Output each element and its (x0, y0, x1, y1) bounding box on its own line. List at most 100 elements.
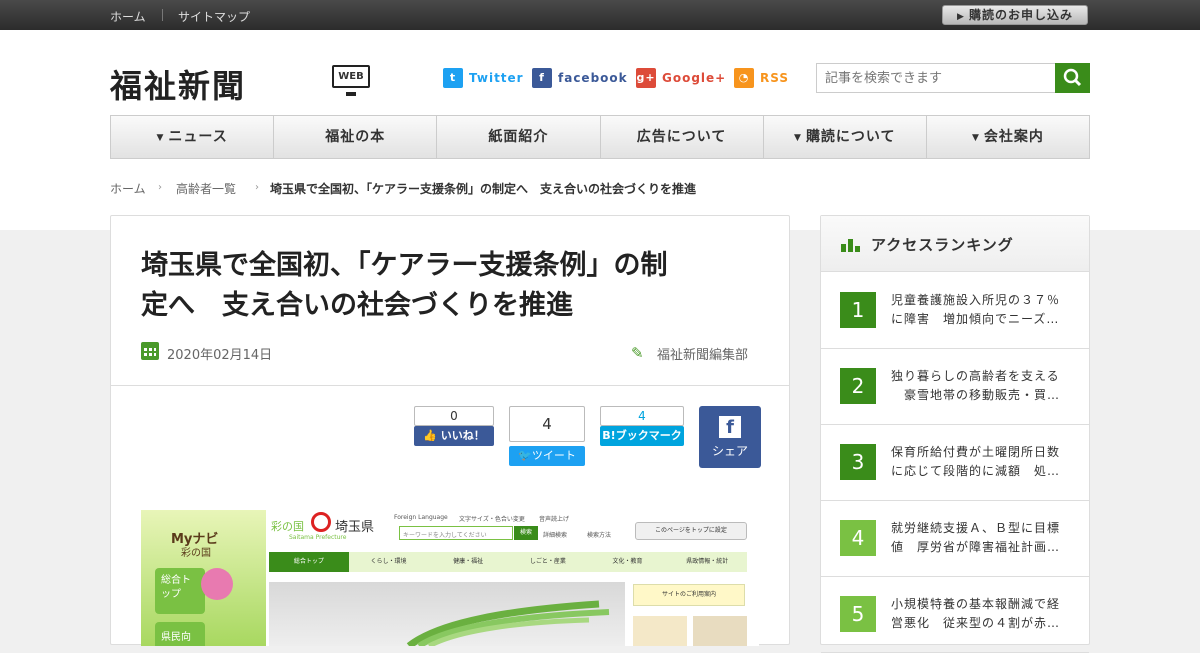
rss-label: RSS (760, 71, 789, 85)
breadcrumb-current: 埼玉県で全国初、「ケアラー支援条例」の制定へ 支え合いの社会づくりを推進 (270, 182, 697, 196)
breadcrumb-category[interactable]: 高齢者一覧 (176, 180, 236, 197)
search-button[interactable] (1055, 63, 1090, 93)
ranking-item[interactable]: 1 児童養護施設入所児の３７％ に障害 増加傾向でニーズ… (821, 273, 1089, 349)
pref-logo: 埼玉県 (335, 520, 375, 535)
nav-paper[interactable]: 紙面紹介 (437, 116, 601, 158)
nav-company[interactable]: ▼ 会社案内 (927, 116, 1089, 158)
pref-site-panel: 彩の国 埼玉県 Saitama Prefecture Foreign Langu… (269, 510, 759, 646)
rank-badge: 4 (840, 520, 876, 556)
breadcrumb-separator-icon: › (158, 182, 162, 193)
tweet-button[interactable]: 🐦ツイート (509, 446, 585, 466)
tweet-label: ツイート (531, 449, 576, 462)
pref-tab: しごと・産業 (529, 558, 566, 565)
ranking-title: アクセスランキング (871, 236, 1014, 254)
pref-hero-image (269, 582, 625, 646)
top-link-home[interactable]: ホーム (110, 8, 146, 25)
rss-link[interactable]: ◔ RSS (734, 68, 789, 88)
ranking-sidebar: アクセスランキング 1 児童養護施設入所児の３７％ に障害 増加傾向でニーズ… … (820, 215, 1090, 653)
pref-tab: 文化・教育 (612, 558, 643, 565)
article-date: 2020年02月14日 (167, 348, 273, 363)
breadcrumb-home[interactable]: ホーム (110, 180, 146, 197)
ranking-item[interactable]: 3 保育所給付費が土曜閉所日数 に応じて段階的に減額 処… (821, 425, 1089, 501)
web-badge: WEB (332, 65, 370, 96)
article-title-line: 定へ 支え合いの社会づくりを推進 (141, 290, 573, 321)
search-icon (1063, 68, 1082, 87)
twitter-icon: t (443, 68, 463, 88)
subscribe-button[interactable]: ▶ 購読のお申し込み (942, 5, 1088, 25)
facebook-like-widget[interactable]: 0 👍 いいね！ (414, 406, 494, 446)
detail-search-link: 詳細検索 (543, 532, 568, 539)
nav-label: ニュース (168, 129, 228, 145)
green-onion-image (406, 600, 610, 646)
dropdown-arrow-icon: ▼ (156, 133, 165, 143)
twitter-bird-icon: 🐦 (518, 449, 532, 462)
facebook-icon: f (532, 68, 552, 88)
bar-chart-icon (841, 239, 860, 252)
like-label: いいね！ (440, 429, 485, 442)
nav-ads[interactable]: 広告について (601, 116, 764, 158)
nav-label: 会社案内 (983, 129, 1044, 145)
like-button[interactable]: 👍 いいね！ (414, 426, 494, 446)
pref-thumb (633, 616, 687, 646)
pref-search-input: キーワードを入力してください (399, 526, 513, 540)
google-plus-link[interactable]: g+ Google+ (636, 68, 726, 88)
rss-icon: ◔ (734, 68, 754, 88)
mynavi-sub: 彩の国 (181, 548, 211, 559)
rank-badge: 1 (840, 292, 876, 328)
pref-tab: くらし・環境 (370, 558, 407, 565)
rank-text[interactable]: 児童養護施設入所児の３７％ に障害 増加傾向でニーズ… (891, 291, 1077, 329)
breadcrumb-separator-icon: › (255, 182, 259, 193)
pref-tab: 総合トップ (269, 552, 349, 572)
set-top-button: このページをトップに設定 (635, 522, 747, 540)
twitter-link[interactable]: t Twitter (443, 68, 524, 88)
rank-badge: 3 (840, 444, 876, 480)
like-count: 0 (414, 406, 494, 426)
facebook-link[interactable]: f facebook (532, 68, 628, 88)
tweet-count: 4 (509, 406, 585, 442)
nav-books[interactable]: 福祉の本 (274, 116, 438, 158)
ranking-item[interactable]: 5 小規模特養の基本報酬減で経 営悪化 従来型の４割が赤… (821, 577, 1089, 653)
fontsize-link: 文字サイズ・色合い変更 (459, 516, 525, 523)
site-logo[interactable]: 福祉新聞 (110, 61, 246, 107)
article-card: 埼玉県で全国初、「ケアラー支援条例」の制 定へ 支え合いの社会づくりを推進 20… (110, 215, 790, 646)
rank-badge: 2 (840, 368, 876, 404)
pencil-icon: ✎ (631, 344, 644, 362)
dropdown-arrow-icon: ▼ (794, 133, 802, 143)
pref-tabs: 総合トップ くらし・環境 健康・福祉 しごと・産業 文化・教育 県政情報・統計 (269, 552, 747, 572)
twitter-label: Twitter (469, 71, 524, 85)
hatena-bookmark-widget[interactable]: 4 B!ブックマーク (600, 406, 684, 446)
rank-text[interactable]: 就労継続支援Ａ、Ｂ型に目標 値 厚労省が障害福祉計画… (891, 519, 1077, 557)
nav-news[interactable]: ▼ ニュース (111, 116, 275, 158)
side-tab-citizen: 県民向け (155, 622, 205, 646)
divider (111, 385, 789, 386)
calendar-icon (141, 342, 159, 360)
ranking-item[interactable]: 4 就労継続支援Ａ、Ｂ型に目標 値 厚労省が障害福祉計画… (821, 501, 1089, 577)
pref-emblem-icon (311, 512, 331, 532)
tweet-widget[interactable]: 4 🐦ツイート (509, 406, 585, 466)
ranking-item[interactable]: 2 独り暮らしの高齢者を支える 豪雪地帯の移動販売・買… (821, 349, 1089, 425)
top-divider (162, 9, 163, 21)
google-plus-label: Google+ (662, 71, 727, 85)
dropdown-arrow-icon: ▼ (971, 133, 980, 143)
article-title-line: 埼玉県で全国初、「ケアラー支援条例」の制 (141, 250, 668, 281)
article-image: Myナビ 彩の国 総合トップ 県民向け 彩の国 埼玉県 Saitama Pref… (141, 510, 759, 646)
facebook-label: facebook (558, 71, 628, 85)
search-input[interactable] (816, 63, 1056, 93)
nav-subscription[interactable]: ▼ 購読について (764, 116, 927, 158)
pref-sub: 彩の国 (271, 520, 304, 533)
voice-link: 音声読上げ (539, 516, 570, 523)
thumbs-up-icon: 👍 (423, 429, 441, 442)
top-link-sitemap[interactable]: サイトマップ (178, 8, 250, 25)
side-tab-top: 総合トップ (155, 568, 205, 614)
pref-search-button: 検索 (514, 526, 538, 540)
foreign-link: Foreign Language (394, 514, 448, 521)
pref-en: Saitama Prefecture (289, 534, 347, 541)
rank-text[interactable]: 小規模特養の基本報酬減で経 営悪化 従来型の４割が赤… (891, 595, 1077, 633)
article-author[interactable]: 福祉新聞編集部 (657, 344, 748, 363)
rank-text[interactable]: 独り暮らしの高齢者を支える 豪雪地帯の移動販売・買… (891, 367, 1077, 405)
facebook-share-button[interactable]: f シェア (699, 406, 761, 468)
bookmark-button[interactable]: B!ブックマーク (600, 426, 684, 446)
rank-text[interactable]: 保育所給付費が土曜閉所日数 に応じて段階的に減額 処… (891, 443, 1077, 481)
ranking-header: アクセスランキング (821, 216, 1089, 272)
main-nav: ▼ ニュース 福祉の本 紙面紹介 広告について ▼ 購読について ▼ 会社案内 (110, 115, 1090, 159)
